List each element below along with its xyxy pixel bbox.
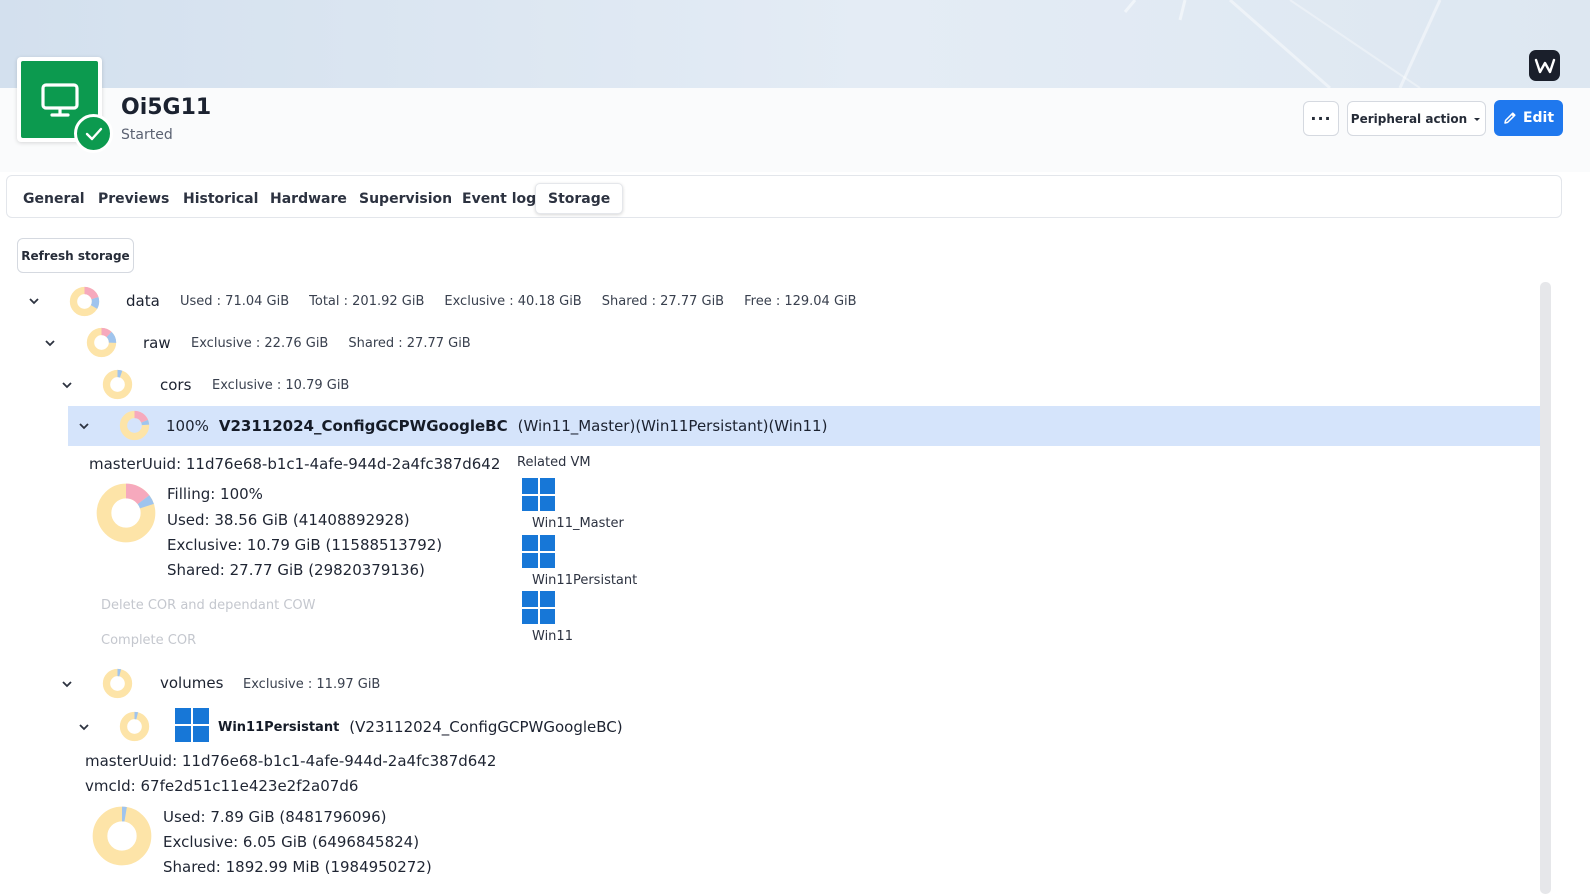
cor-exclusive: Exclusive: 10.79 GiB (11588513792) xyxy=(167,536,443,554)
more-actions-button[interactable]: ··· xyxy=(1303,101,1339,136)
volume-shared: Shared: 1892.99 MiB (1984950272) xyxy=(163,858,432,876)
node-stats: Exclusive : 10.79 GiB xyxy=(212,376,349,394)
stat-total: Total : 201.92 GiB xyxy=(309,293,425,309)
volume-vm-id: vmcId: 67fe2d51c11e423e2f2a07d6 xyxy=(85,777,359,795)
donut-icon xyxy=(86,327,117,358)
stat-shared: Shared : 27.77 GiB xyxy=(601,293,725,309)
brand-logo-icon[interactable] xyxy=(1529,50,1560,81)
stat-exclusive: Exclusive : 40.18 GiB xyxy=(444,293,582,309)
volume-used: Used: 7.89 GiB (8481796096) xyxy=(163,808,387,826)
donut-icon xyxy=(119,410,150,441)
node-name: raw xyxy=(143,334,171,352)
chevron-down-icon[interactable] xyxy=(61,380,73,390)
delete-cor-button[interactable]: Delete COR and dependant COW xyxy=(101,598,316,613)
related-vm-name[interactable]: Win11Persistant xyxy=(532,573,637,588)
vm-status: Started xyxy=(121,127,173,143)
header-banner xyxy=(0,0,1590,88)
tab-hardware[interactable]: Hardware xyxy=(258,183,359,214)
related-vm-name[interactable]: Win11 xyxy=(532,629,573,644)
donut-icon xyxy=(102,668,133,699)
node-name: cors xyxy=(160,376,192,394)
chevron-down-icon[interactable] xyxy=(28,296,40,306)
windows-icon[interactable] xyxy=(522,478,555,511)
edit-label: Edit xyxy=(1522,110,1555,126)
tree-node-volumes[interactable]: volumes xyxy=(160,673,223,693)
volume-usage-donut xyxy=(92,806,152,866)
node-stats: Used : 71.04 GiB Total : 201.92 GiB Excl… xyxy=(180,292,857,310)
pencil-icon xyxy=(1504,112,1516,124)
windows-icon[interactable] xyxy=(522,535,555,568)
volume-name: Win11Persistant xyxy=(218,719,340,735)
cor-master-uuid: masterUuid: 11d76e68-b1c1-4afe-944d-2a4f… xyxy=(89,455,501,473)
tree-node-raw[interactable]: raw xyxy=(143,333,171,353)
caret-down-icon xyxy=(1474,117,1481,121)
tree-node-cor[interactable]: 100% V23112024_ConfigGCPWGoogleBC (Win11… xyxy=(166,416,827,436)
tab-storage[interactable]: Storage xyxy=(535,183,624,214)
chevron-down-icon[interactable] xyxy=(78,722,90,732)
node-stats: Exclusive : 11.97 GiB xyxy=(243,675,380,693)
more-label: ··· xyxy=(1310,109,1332,128)
related-vm-label: Related VM xyxy=(517,455,591,470)
volume-master-uuid: masterUuid: 11d76e68-b1c1-4afe-944d-2a4f… xyxy=(85,752,497,770)
cor-shared: Shared: 27.77 GiB (29820379136) xyxy=(167,561,425,579)
stat-exclusive: Exclusive : 22.76 GiB xyxy=(191,335,329,351)
scrollbar[interactable] xyxy=(1540,282,1551,894)
cor-name: V23112024_ConfigGCPWGoogleBC xyxy=(218,417,508,435)
tab-general[interactable]: General xyxy=(11,183,97,214)
peripheral-action-dropdown[interactable]: Peripheral action xyxy=(1347,101,1486,136)
cor-used: Used: 38.56 GiB (41408892928) xyxy=(167,511,410,529)
banner-decoration xyxy=(1123,0,1442,88)
stat-exclusive: Exclusive : 11.97 GiB xyxy=(243,676,381,692)
cor-tags: (Win11_Master)(Win11Persistant)(Win11) xyxy=(517,417,828,435)
windows-icon[interactable] xyxy=(522,591,555,624)
chevron-down-icon[interactable] xyxy=(61,679,73,689)
volume-exclusive: Exclusive: 6.05 GiB (6496845824) xyxy=(163,833,420,851)
donut-icon xyxy=(102,369,133,400)
tree-node-cors[interactable]: cors xyxy=(160,375,191,395)
tab-bar: General Previews Historical Hardware Sup… xyxy=(6,175,1562,218)
chevron-down-icon[interactable] xyxy=(44,338,56,348)
check-icon xyxy=(74,114,113,153)
complete-cor-button[interactable]: Complete COR xyxy=(101,633,196,648)
chevron-down-icon[interactable] xyxy=(78,421,90,431)
edit-button[interactable]: Edit xyxy=(1494,100,1563,136)
related-vm-name[interactable]: Win11_Master xyxy=(532,516,624,531)
vm-name: Oi5G11 xyxy=(121,95,212,120)
tree-node-volume-item[interactable]: Win11Persistant (V23112024_ConfigGCPWGoo… xyxy=(218,717,623,737)
windows-icon xyxy=(175,708,209,742)
donut-icon xyxy=(69,286,100,317)
cor-filling: Filling: 100% xyxy=(167,485,263,503)
cor-usage-donut xyxy=(96,483,156,543)
stat-exclusive: Exclusive : 10.79 GiB xyxy=(212,377,350,393)
tab-historical[interactable]: Historical xyxy=(171,183,270,214)
peripheral-action-label: Peripheral action xyxy=(1350,111,1468,126)
refresh-storage-button[interactable]: Refresh storage xyxy=(17,238,134,273)
tree-node-data[interactable]: data xyxy=(126,291,160,311)
stat-shared: Shared : 27.77 GiB xyxy=(348,335,471,351)
donut-icon xyxy=(119,711,150,742)
tab-supervision[interactable]: Supervision xyxy=(347,183,464,214)
stat-free: Free : 129.04 GiB xyxy=(744,293,857,309)
volume-parent: (V23112024_ConfigGCPWGoogleBC) xyxy=(349,718,623,736)
node-name: data xyxy=(126,292,160,310)
node-name: volumes xyxy=(160,674,224,692)
node-stats: Exclusive : 22.76 GiB Shared : 27.77 GiB xyxy=(191,334,471,352)
tab-previews[interactable]: Previews xyxy=(86,183,181,214)
cor-percent: 100% xyxy=(166,417,209,435)
tab-event-log[interactable]: Event log xyxy=(450,183,548,214)
stat-used: Used : 71.04 GiB xyxy=(180,293,290,309)
